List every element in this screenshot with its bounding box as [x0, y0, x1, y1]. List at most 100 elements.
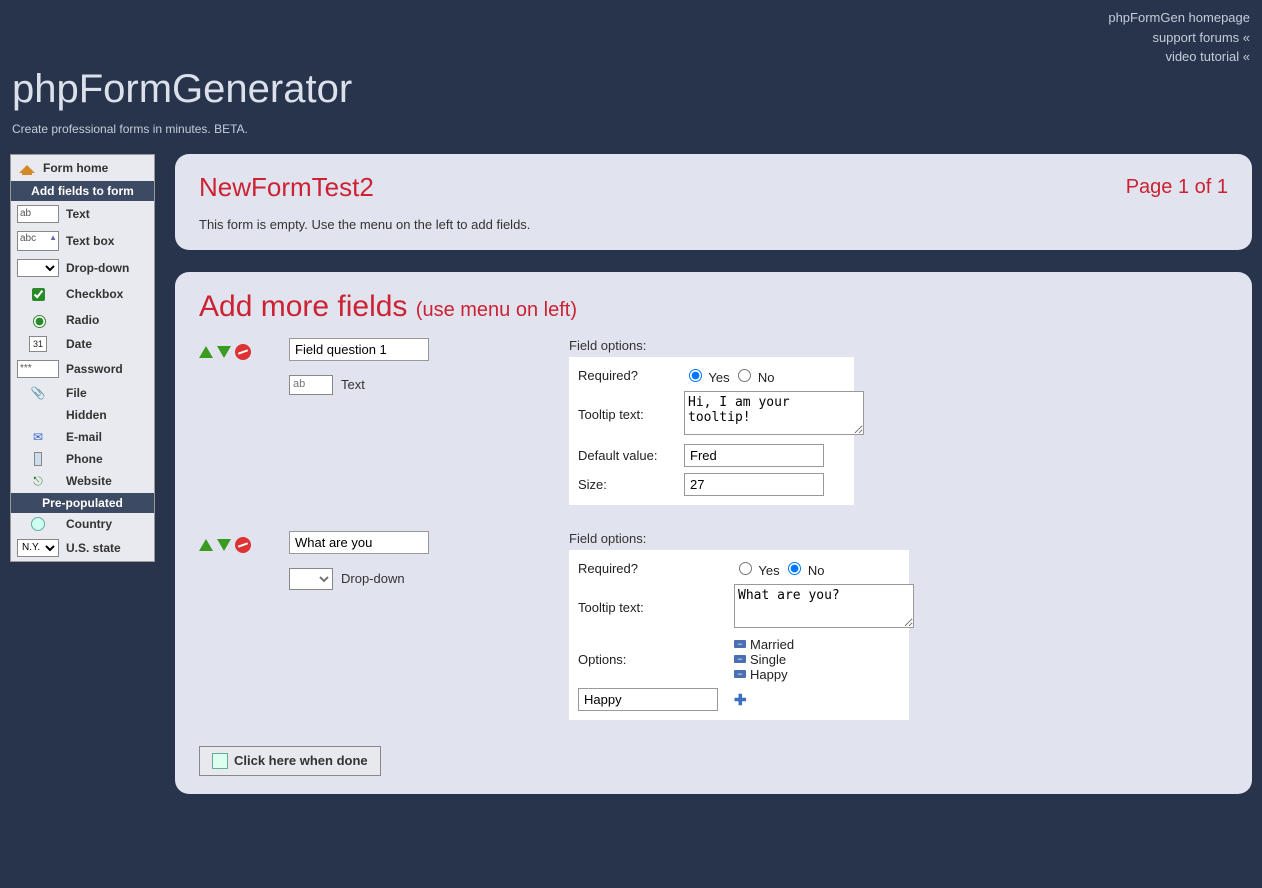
checkbox-sample-icon: [32, 288, 45, 301]
sidebar-item-file[interactable]: 📎 File: [11, 382, 154, 404]
move-up-icon[interactable]: [199, 539, 213, 551]
delete-icon[interactable]: [235, 537, 251, 553]
sidebar-add-header: Add fields to form: [11, 181, 154, 201]
form-preview-panel: Page 1 of 1 NewFormTest2 This form is em…: [175, 154, 1252, 250]
password-sample-icon: [17, 360, 59, 378]
delete-icon[interactable]: [235, 344, 251, 360]
options-label: Options:: [578, 652, 728, 667]
sidebar-item-label: Radio: [66, 313, 99, 327]
required-yes[interactable]: Yes: [684, 370, 730, 385]
select-sample-icon: [17, 259, 59, 277]
sidebar-item-label: Website: [66, 474, 112, 488]
sidebar-item-label: Country: [66, 517, 112, 531]
field-row: ab Text Field options: Required? Yes No …: [199, 338, 1228, 505]
globe-icon: [31, 517, 45, 531]
email-icon: ✉: [33, 430, 43, 444]
sidebar-item-label: Text box: [66, 234, 114, 248]
sidebar-item-phone[interactable]: Phone: [11, 448, 154, 470]
radio-sample-icon: [33, 315, 46, 328]
type-sample-icon: [289, 568, 333, 590]
sidebar-item-label: Checkbox: [66, 287, 123, 301]
type-label: Text: [341, 377, 365, 392]
tooltip-label: Tooltip text:: [578, 600, 728, 615]
sidebar: Form home Add fields to form Text abc▲ T…: [10, 154, 155, 562]
sidebar-item-country[interactable]: Country: [11, 513, 154, 535]
text-sample-icon: [17, 205, 59, 223]
field-options-label: Field options:: [569, 338, 1228, 353]
add-fields-panel: Add more fields (use menu on left) ab Te…: [175, 272, 1252, 794]
tooltip-input[interactable]: What are you?: [734, 584, 914, 628]
add-fields-heading: Add more fields (use menu on left): [199, 290, 1228, 324]
textarea-sample-icon: abc▲: [17, 231, 59, 251]
done-button-label: Click here when done: [234, 753, 368, 768]
add-fields-title-text: Add more fields: [199, 290, 407, 323]
sidebar-item-label: Phone: [66, 452, 103, 466]
move-down-icon[interactable]: [217, 346, 231, 358]
sidebar-item-label: File: [66, 386, 87, 400]
required-label: Required?: [578, 561, 728, 576]
page-count: Page 1 of 1: [1126, 176, 1228, 199]
sidebar-item-dropdown[interactable]: Drop-down: [11, 255, 154, 281]
tooltip-input[interactable]: Hi, I am your tooltip!: [684, 391, 864, 435]
form-title: NewFormTest2: [199, 172, 1228, 203]
sidebar-prepop-header: Pre-populated: [11, 493, 154, 513]
option-item[interactable]: −Married: [734, 637, 914, 652]
home-icon: [19, 161, 35, 175]
field-question-input[interactable]: [289, 338, 429, 361]
default-input[interactable]: [684, 444, 824, 467]
empty-message: This form is empty. Use the menu on the …: [199, 217, 1228, 232]
done-button[interactable]: Click here when done: [199, 746, 381, 776]
sidebar-item-website[interactable]: ⎋ Website: [11, 470, 154, 493]
sidebar-item-form-home[interactable]: Form home: [11, 155, 154, 181]
calendar-icon: 31: [29, 336, 47, 352]
sidebar-item-label: U.S. state: [66, 541, 121, 555]
link-homepage[interactable]: phpFormGen homepage: [0, 8, 1250, 28]
sidebar-item-usstate[interactable]: N.Y. U.S. state: [11, 535, 154, 561]
sidebar-item-email[interactable]: ✉ E-mail: [11, 426, 154, 448]
size-input[interactable]: [684, 473, 824, 496]
option-item[interactable]: −Single: [734, 652, 914, 667]
website-icon: ⎋: [33, 474, 43, 489]
field-question-input[interactable]: [289, 531, 429, 554]
required-yes[interactable]: Yes: [734, 563, 780, 578]
link-forums[interactable]: support forums «: [0, 28, 1250, 48]
remove-option-icon[interactable]: −: [734, 655, 746, 663]
link-tutorial[interactable]: video tutorial «: [0, 47, 1250, 67]
move-up-icon[interactable]: [199, 346, 213, 358]
sidebar-item-radio[interactable]: Radio: [11, 308, 154, 332]
paperclip-icon: 📎: [31, 386, 46, 400]
default-label: Default value:: [578, 448, 678, 463]
move-down-icon[interactable]: [217, 539, 231, 551]
sidebar-item-checkbox[interactable]: Checkbox: [11, 281, 154, 308]
sidebar-item-date[interactable]: 31 Date: [11, 332, 154, 356]
type-label: Drop-down: [341, 571, 405, 586]
size-label: Size:: [578, 477, 678, 492]
required-no[interactable]: No: [733, 370, 774, 385]
new-option-input[interactable]: [578, 688, 718, 711]
sidebar-item-label: Password: [66, 362, 123, 376]
sidebar-form-home-label: Form home: [43, 161, 108, 175]
field-options-label: Field options:: [569, 531, 1228, 546]
page-subtitle: Create professional forms in minutes. BE…: [12, 122, 1262, 136]
field-row: Drop-down Field options: Required? Yes N…: [199, 531, 1228, 720]
tooltip-label: Tooltip text:: [578, 407, 678, 422]
type-sample-icon: ab: [289, 375, 333, 395]
save-icon: [212, 753, 228, 769]
sidebar-item-password[interactable]: Password: [11, 356, 154, 382]
sidebar-item-label: Drop-down: [66, 261, 129, 275]
phone-icon: [34, 452, 42, 466]
required-label: Required?: [578, 368, 678, 383]
remove-option-icon[interactable]: −: [734, 670, 746, 678]
remove-option-icon[interactable]: −: [734, 640, 746, 648]
sidebar-item-label: Hidden: [66, 408, 107, 422]
sidebar-item-label: E-mail: [66, 430, 102, 444]
option-item[interactable]: −Happy: [734, 667, 914, 682]
add-option-icon[interactable]: ✚: [734, 691, 746, 703]
add-fields-note: (use menu on left): [416, 299, 577, 321]
sidebar-item-text[interactable]: Text: [11, 201, 154, 227]
required-no[interactable]: No: [783, 563, 824, 578]
sidebar-item-label: Date: [66, 337, 92, 351]
sidebar-item-textbox[interactable]: abc▲ Text box: [11, 227, 154, 255]
page-title: phpFormGenerator: [12, 67, 1262, 112]
sidebar-item-hidden[interactable]: Hidden: [11, 404, 154, 426]
